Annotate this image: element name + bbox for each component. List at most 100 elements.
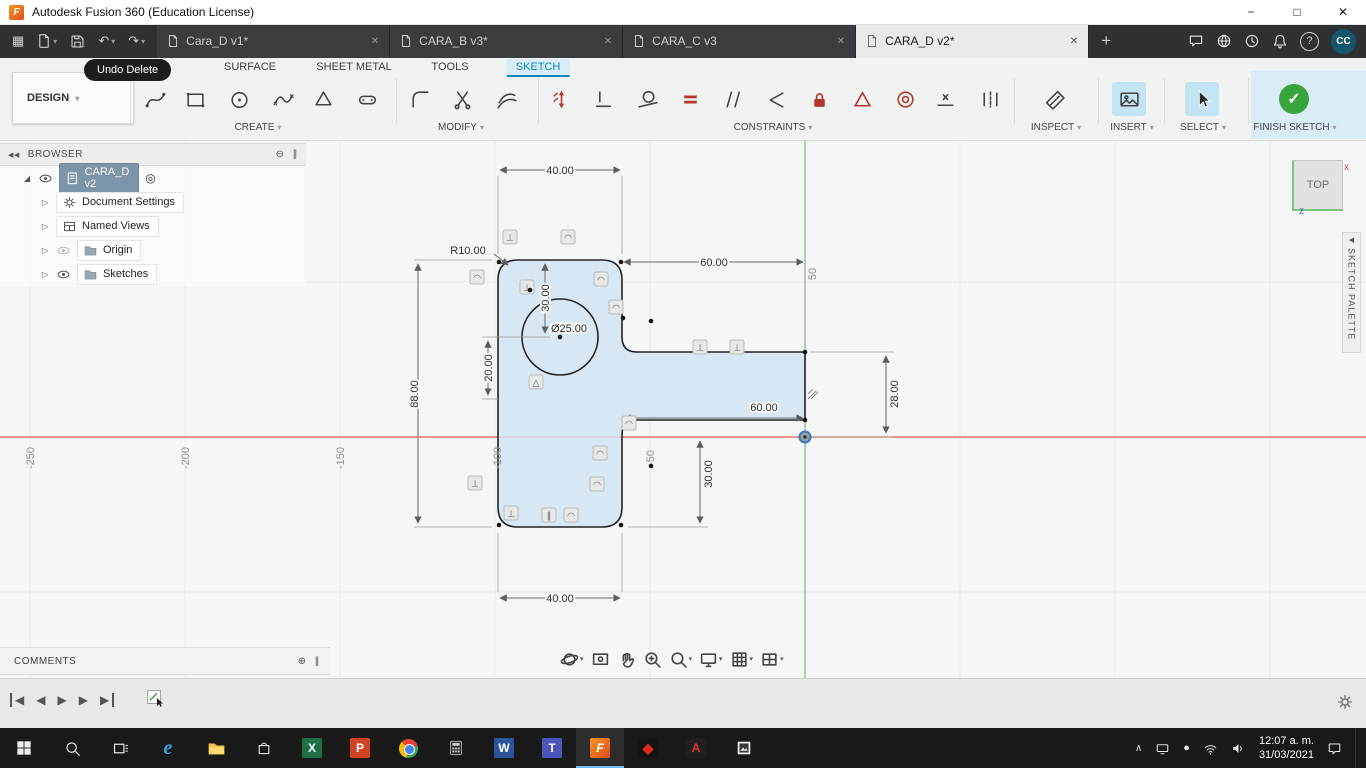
timeline-settings-gear-icon[interactable] [1336,693,1354,711]
tab-close-icon[interactable]: ✕ [604,36,612,47]
sketch-dimension-icon[interactable] [542,80,580,118]
constraint-equal-icon[interactable] [671,80,709,118]
inspect-measure-icon[interactable] [1036,80,1074,118]
taskbar-edge-icon[interactable]: e [144,728,192,768]
taskbar-chrome-icon[interactable] [384,728,432,768]
tab-cara-d-v2-active[interactable]: CARA_D v2* ✕ [856,24,1090,58]
minimize-button[interactable]: − [1228,0,1274,24]
tray-wifi-icon[interactable] [1203,741,1218,756]
view-cube-face-label[interactable]: TOP [1307,179,1329,191]
constraint-parallel-icon[interactable] [714,80,752,118]
create-spline-icon[interactable] [264,80,302,118]
dim-bottom-offset[interactable]: 30.00 [628,440,717,528]
select-cursor-icon[interactable] [1185,82,1219,116]
activate-component-icon[interactable]: ◎ [145,171,155,185]
taskbar-search-icon[interactable] [48,728,96,768]
redo-icon[interactable]: ↷ ▾ [128,33,145,49]
inspect-group-label[interactable]: INSPECT ▾ [1031,122,1081,133]
constraint-concentric-icon[interactable] [886,80,924,118]
tray-expand-icon[interactable]: ∧ [1135,743,1142,754]
expand-palette-icon[interactable]: ◀ [1349,236,1354,244]
taskbar-acrobat-icon[interactable]: A [672,728,720,768]
create-polygon-icon[interactable] [304,80,342,118]
notifications-bell-icon[interactable] [1272,33,1288,49]
help-icon[interactable]: ? [1300,31,1319,51]
taskbar-calculator-icon[interactable] [432,728,480,768]
expand-icon[interactable]: ▷ [40,246,50,255]
modify-fillet-icon[interactable] [401,80,439,118]
taskbar-photos-icon[interactable] [720,728,768,768]
constraint-collinear-icon[interactable] [757,80,795,118]
browser-row-sketches[interactable]: ▷ Sketches [0,262,306,286]
pan-button[interactable] [617,650,636,669]
timeline-skip-start-button[interactable]: ◀ [10,693,24,707]
taskbar-red-app-icon[interactable]: ◆ [624,728,672,768]
network-status-icon[interactable] [1216,33,1232,49]
modify-group-label[interactable]: MODIFY ▾ [438,122,484,133]
maximize-button[interactable]: □ [1274,0,1320,24]
browser-row-origin[interactable]: ▷ Origin [0,238,306,262]
dim-tab-offset-top[interactable]: 60.00 [623,255,806,346]
tab-cara-c-v3[interactable]: CARA_C v3 ✕ [623,24,857,58]
modify-trim-icon[interactable] [443,80,481,118]
constraint-tangent-icon[interactable] [628,80,666,118]
comments-bar[interactable]: COMMENTS ⊕ ∥ [0,647,330,675]
expand-icon[interactable]: ▷ [40,222,50,231]
add-comment-icon[interactable]: ⊕ [298,656,307,667]
insert-image-icon[interactable] [1112,82,1146,116]
create-group-label[interactable]: CREATE ▾ [235,122,282,133]
constraints-group-label[interactable]: CONSTRAINTS ▾ [734,122,813,133]
job-status-clock-icon[interactable] [1244,33,1260,49]
finish-sketch-check-icon[interactable]: ✓ [1275,80,1313,118]
task-view-icon[interactable] [96,728,144,768]
orbit-button[interactable]: ▾ [560,650,584,669]
visibility-eye-icon[interactable] [38,171,53,186]
tab-close-icon[interactable]: ✕ [371,36,379,47]
tray-speaker-icon[interactable] [1231,741,1246,756]
zoom-window-button[interactable]: ▾ [669,650,692,669]
taskbar-fusion-icon[interactable]: F [576,728,624,768]
selected-origin-point[interactable] [798,430,812,444]
taskbar-excel-icon[interactable]: X [288,728,336,768]
timeline-skip-end-button[interactable]: ▶ [100,693,115,707]
display-settings-button[interactable]: ▾ [699,650,723,669]
tab-cara-b-v3[interactable]: CARA_B v3* ✕ [390,24,624,58]
dim-tab-height[interactable]: 28.00 [810,351,903,438]
collapse-panel-icon[interactable]: ◀◀ [8,151,20,159]
expand-icon[interactable]: ▷ [40,270,50,279]
tab-close-icon[interactable]: ✕ [837,36,845,47]
create-line-spline-icon[interactable] [136,80,174,118]
timeline-step-forward-button[interactable]: ▶ [79,693,88,707]
browser-row-root[interactable]: ◢ CARA_D v2 ◎ [0,163,306,193]
model-canvas[interactable]: -250 -200 -150 -100 -50 50 40.00 R10.00 … [0,140,1366,678]
browser-row-document-settings[interactable]: ▷ Document Settings [0,190,306,214]
dock-panel-icon[interactable]: ∥ [293,149,299,160]
dock-panel-icon[interactable]: ∥ [315,656,321,667]
tab-tools[interactable]: TOOLS [422,59,477,75]
timeline-sketch-feature-icon[interactable] [145,687,167,709]
dim-bottom-width[interactable]: 40.00 [497,533,623,607]
save-icon[interactable] [70,34,85,49]
select-group-label[interactable]: SELECT ▾ [1180,122,1226,133]
file-menu-icon[interactable]: ▾ [37,33,57,49]
constraint-midpoint-icon[interactable] [926,80,964,118]
modify-offset-icon[interactable] [487,80,525,118]
expand-open-icon[interactable]: ◢ [22,174,32,183]
taskbar-clock[interactable]: 12:07 a. m. 31/03/2021 [1259,734,1314,763]
start-button[interactable] [0,728,48,768]
dim-circle-diameter[interactable]: Ø25.00 [549,321,589,337]
minimize-panel-icon[interactable]: ⊖ [276,149,285,160]
user-avatar[interactable]: CC [1331,28,1356,54]
create-rectangle-icon[interactable] [176,80,214,118]
tab-surface[interactable]: SURFACE [215,59,285,75]
taskbar-powerpoint-icon[interactable]: P [336,728,384,768]
viewports-button[interactable]: ▾ [760,650,784,669]
visibility-eye-off-icon[interactable] [56,243,71,258]
new-tab-button[interactable]: + [1089,24,1123,58]
expand-icon[interactable]: ▷ [40,198,50,207]
sketch-palette-tab[interactable]: ◀ SKETCH PALETTE [1342,232,1361,353]
constraint-symmetry-icon[interactable] [971,80,1009,118]
view-cube[interactable]: TOP [1292,160,1343,211]
grid-and-snaps-button[interactable]: ▾ [730,650,753,669]
look-at-button[interactable] [591,650,610,669]
